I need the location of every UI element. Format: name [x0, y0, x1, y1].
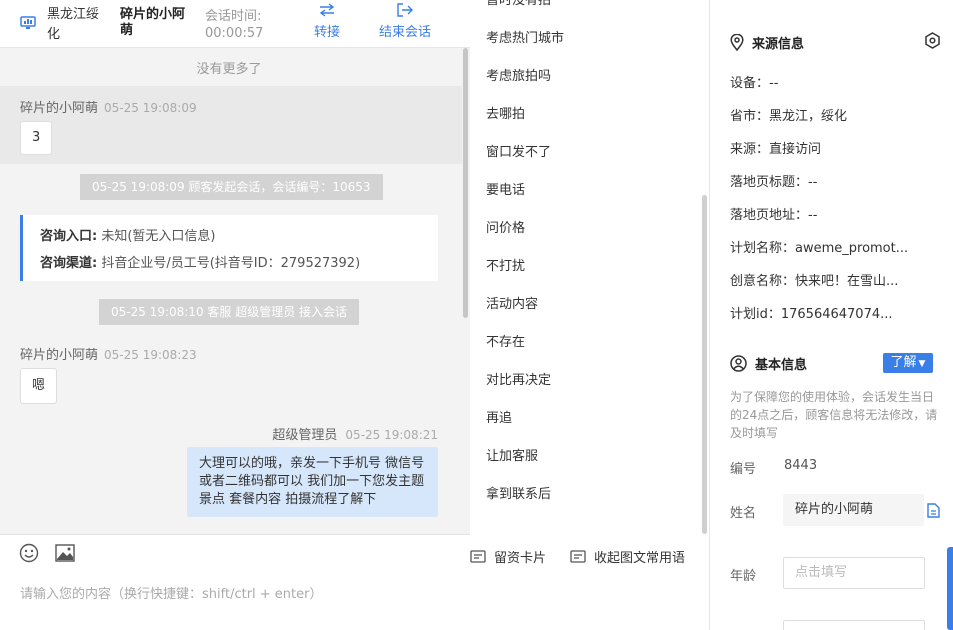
sender-name: 碎片的小阿萌 [20, 101, 99, 116]
transfer-button[interactable]: 转接 [314, 3, 340, 40]
lead-card-button[interactable]: 留资卡片 [470, 547, 546, 566]
collapse-phrases-button[interactable]: 收起图文常用语 [570, 547, 685, 566]
caret-down-icon: ▼ [918, 359, 926, 369]
phrase-item[interactable]: 不打扰 [486, 255, 525, 274]
message-input[interactable]: 请输入您的内容（换行快捷键：shift/ctrl + enter） [20, 583, 323, 602]
customer-message-bubble: 嗯 [20, 368, 58, 404]
customer-message-bubble: 3 [20, 121, 53, 155]
basic-info-title: 基本信息 [730, 354, 807, 373]
device-row: 设备：-- [730, 76, 779, 91]
phrase-item[interactable]: 不存在 [486, 331, 525, 350]
message-timestamp: 05-25 19:08:23 [104, 348, 197, 362]
phrase-item[interactable]: 暂时没有拍 [486, 0, 551, 8]
source-row: 来源：直接访问 [730, 142, 822, 157]
message-timestamp: 05-25 19:08:09 [104, 101, 197, 115]
plan-id-row: 计划id：176564647074... [730, 307, 893, 322]
location-icon [730, 34, 744, 51]
name-label: 姓名 [730, 506, 757, 521]
exit-icon [397, 3, 413, 17]
session-time-value: 00:00:57 [205, 26, 264, 41]
quick-phrases-pane: 暂时没有拍 考虑热门城市 考虑旅拍吗 去哪拍 窗口发不了 要电话 问价格 不打扰… [470, 0, 710, 630]
side-tab[interactable] [947, 547, 953, 630]
session-time-label: 会话时间: [205, 9, 262, 24]
image-icon[interactable] [55, 544, 75, 562]
card-icon [470, 549, 486, 563]
message-timestamp: 05-25 19:08:21 [345, 428, 438, 442]
phrase-item[interactable]: 拿到联系后 [486, 483, 551, 502]
customer-info-pane: 来源信息 设备：-- 省市：黑龙江，绥化 来源：直接访问 落地页标题：-- 落地… [710, 0, 953, 630]
end-session-button[interactable]: 结束会话 [379, 3, 431, 40]
age-label: 年龄 [730, 569, 757, 584]
plan-name-row: 计划名称：aweme_promot... [730, 241, 909, 256]
chat-header: 黑龙江绥化 碎片的小阿萌 会话时间: 00:00:57 转接 结束会话 [0, 0, 470, 48]
phrase-item[interactable]: 考虑热门城市 [486, 27, 564, 46]
id-value: 8443 [784, 458, 818, 473]
phrase-item[interactable]: 问价格 [486, 217, 525, 236]
next-field-input[interactable] [783, 620, 925, 630]
edit-notice: 为了保障您的使用体验，会话发生当日的24点之后，顾客信息将无法修改，请及时填写 [730, 390, 938, 440]
collapse-phrases-label: 收起图文常用语 [594, 551, 686, 566]
landing-url-row: 落地页地址：-- [730, 208, 818, 223]
settings-icon[interactable] [924, 32, 941, 49]
app-root: 黑龙江绥化 碎片的小阿萌 会话时间: 00:00:57 转接 结束会话 没有更多… [0, 0, 953, 630]
phrase-item[interactable]: 考虑旅拍吗 [486, 65, 551, 84]
name-field: 碎片的小阿萌 [783, 494, 924, 526]
monitor-icon [20, 16, 36, 29]
learn-more-label: 了解 [890, 355, 917, 370]
consult-info-card: 咨询入口: 未知(暂无入口信息) 咨询渠道: 抖音企业号/员工号(抖音号ID：2… [20, 215, 438, 281]
landing-title-row: 落地页标题：-- [730, 175, 818, 190]
phrase-item[interactable]: 活动内容 [486, 293, 538, 312]
phrase-item[interactable]: 让加客服 [486, 445, 538, 464]
message-list[interactable]: 没有更多了 碎片的小阿萌 05-25 19:08:09 3 05-25 19:08… [0, 48, 470, 534]
channel-value: 抖音企业号/员工号(抖音号ID：279527392) [101, 256, 361, 271]
entry-key: 咨询入口: [40, 229, 98, 244]
agent-sender: 超级管理员 05-25 19:08:21 [272, 424, 438, 443]
chat-pane: 黑龙江绥化 碎片的小阿萌 会话时间: 00:00:57 转接 结束会话 没有更多… [0, 0, 470, 630]
phrase-item[interactable]: 窗口发不了 [486, 141, 551, 160]
message-sender: 碎片的小阿萌 05-25 19:08:23 [20, 344, 197, 363]
system-message: 05-25 19:08:10 客服 超级管理员 接入会话 [99, 299, 360, 325]
phrases-icon [570, 549, 586, 563]
channel-key: 咨询渠道: [40, 256, 98, 271]
input-area: 请输入您的内容（换行快捷键：shift/ctrl + enter） [0, 534, 470, 630]
creative-name-row: 创意名称：快来吧！在雪山... [730, 274, 899, 289]
transfer-icon [319, 3, 335, 17]
transfer-label: 转接 [314, 25, 341, 40]
system-message: 05-25 19:08:09 顾客发起会话，会话编号：10653 [80, 174, 383, 200]
agent-message-bubble: 大理可以的哦，亲发一下手机号 微信号或者二维码都可以 我们加一下您发主题景点 套… [187, 447, 438, 517]
entry-value: 未知(暂无入口信息) [101, 229, 216, 244]
end-session-label: 结束会话 [379, 25, 432, 40]
copy-icon[interactable] [927, 503, 940, 518]
message-sender: 碎片的小阿萌 05-25 19:08:09 [20, 97, 197, 116]
no-more-messages: 没有更多了 [196, 62, 262, 77]
user-icon [730, 355, 747, 372]
phrase-item[interactable]: 去哪拍 [486, 103, 525, 122]
lead-card-label: 留资卡片 [494, 551, 547, 566]
customer-name: 碎片的小阿萌 [120, 7, 186, 38]
source-info-label: 来源信息 [752, 37, 805, 52]
basic-info-label: 基本信息 [755, 358, 808, 373]
phrase-item[interactable]: 再追 [486, 407, 512, 426]
learn-more-button[interactable]: 了解 ▼ [883, 353, 933, 373]
phrase-list: 暂时没有拍 考虑热门城市 考虑旅拍吗 去哪拍 窗口发不了 要电话 问价格 不打扰… [470, 0, 710, 534]
id-label: 编号 [730, 462, 757, 477]
chat-scrollbar[interactable] [463, 48, 468, 318]
phrase-item[interactable]: 要电话 [486, 179, 525, 198]
source-info-title: 来源信息 [730, 33, 804, 52]
province-row: 省市：黑龙江，绥化 [730, 109, 848, 124]
phrase-scrollbar[interactable] [702, 195, 707, 534]
age-input[interactable]: 点击填写 [783, 557, 925, 589]
emoji-icon[interactable] [19, 543, 39, 563]
sender-name: 超级管理员 [272, 428, 338, 443]
sender-name: 碎片的小阿萌 [20, 348, 99, 363]
phrase-item[interactable]: 对比再决定 [486, 369, 551, 388]
customer-location: 黑龙江绥化 [47, 7, 100, 42]
